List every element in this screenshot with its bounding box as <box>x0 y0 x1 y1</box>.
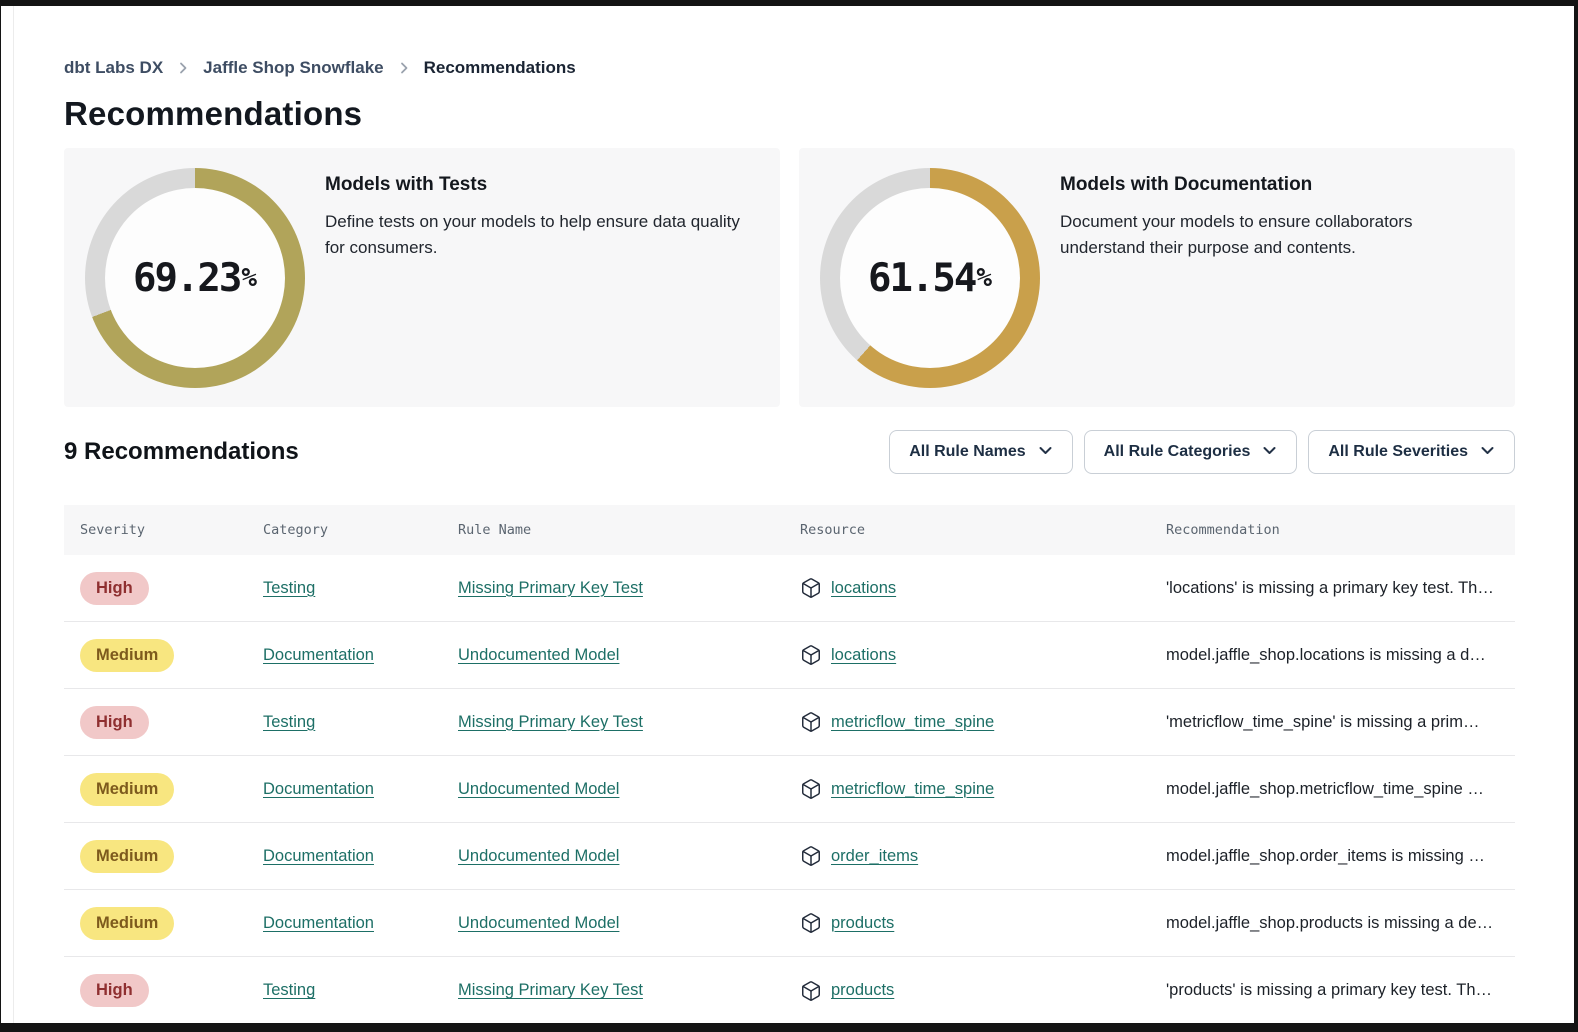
resource-link[interactable]: locations <box>831 579 896 598</box>
chevron-right-icon <box>398 62 410 74</box>
card-title: Models with Documentation <box>1060 174 1489 196</box>
tests-donut-chart: 69.23 % <box>85 168 305 388</box>
percent-sign: % <box>241 263 257 293</box>
column-header-resource: Resource <box>784 522 1150 538</box>
breadcrumb-current: Recommendations <box>424 58 576 78</box>
breadcrumb-project[interactable]: dbt Labs DX <box>64 58 163 78</box>
models-with-documentation-card: 61.54 % Models with Documentation Docume… <box>799 148 1515 407</box>
app-window: dbt Labs DX Jaffle Shop Snowflake Recomm… <box>0 0 1578 1032</box>
breadcrumb: dbt Labs DX Jaffle Shop Snowflake Recomm… <box>64 58 1515 78</box>
percent-value: 61.54 <box>868 256 975 301</box>
rule-name-link[interactable]: Undocumented Model <box>458 646 619 664</box>
rule-name-link[interactable]: Missing Primary Key Test <box>458 713 643 731</box>
models-with-tests-card: 69.23 % Models with Tests Define tests o… <box>64 148 780 407</box>
category-link[interactable]: Testing <box>263 713 315 731</box>
percent-sign: % <box>976 263 992 293</box>
model-cube-icon <box>800 644 822 666</box>
rule-name-link[interactable]: Missing Primary Key Test <box>458 981 643 999</box>
model-cube-icon <box>800 980 822 1002</box>
rule-name-link[interactable]: Undocumented Model <box>458 914 619 932</box>
table-row: Medium Documentation Undocumented Model … <box>64 823 1515 890</box>
model-cube-icon <box>800 845 822 867</box>
resource-link[interactable]: metricflow_time_spine <box>831 713 994 732</box>
documentation-percent-label: 61.54 % <box>820 168 1040 388</box>
table-row: High Testing Missing Primary Key Test pr… <box>64 957 1515 1023</box>
category-link[interactable]: Documentation <box>263 914 374 932</box>
severity-badge: Medium <box>80 840 174 873</box>
filter-label: All Rule Categories <box>1104 443 1251 461</box>
recommendation-text: 'locations' is missing a primary key tes… <box>1166 579 1494 597</box>
severity-badge: High <box>80 572 149 605</box>
category-link[interactable]: Documentation <box>263 646 374 664</box>
table-row: High Testing Missing Primary Key Test me… <box>64 689 1515 756</box>
column-header-recommendation: Recommendation <box>1150 522 1515 538</box>
table-header-row: Severity Category Rule Name Resource Rec… <box>64 505 1515 555</box>
recommendation-text: 'metricflow_time_spine' is missing a pri… <box>1166 713 1479 731</box>
chevron-down-icon <box>1480 442 1495 463</box>
table-row: Medium Documentation Undocumented Model … <box>64 890 1515 957</box>
recommendation-text: model.jaffle_shop.products is missing a … <box>1166 914 1493 932</box>
rule-names-filter-dropdown[interactable]: All Rule Names <box>889 430 1072 474</box>
metric-cards: 69.23 % Models with Tests Define tests o… <box>64 148 1515 407</box>
resource-link[interactable]: products <box>831 914 894 933</box>
recommendation-text: model.jaffle_shop.locations is missing a… <box>1166 646 1486 664</box>
table-row: Medium Documentation Undocumented Model … <box>64 756 1515 823</box>
model-cube-icon <box>800 577 822 599</box>
breadcrumb-environment[interactable]: Jaffle Shop Snowflake <box>203 58 383 78</box>
documentation-donut-chart: 61.54 % <box>820 168 1040 388</box>
recommendations-table: Severity Category Rule Name Resource Rec… <box>64 505 1515 1023</box>
resource-link[interactable]: products <box>831 981 894 1000</box>
chevron-down-icon <box>1262 442 1277 463</box>
resource-link[interactable]: metricflow_time_spine <box>831 780 994 799</box>
filter-label: All Rule Names <box>909 443 1025 461</box>
model-cube-icon <box>800 912 822 934</box>
column-header-severity: Severity <box>64 522 247 538</box>
recommendations-count: 9 Recommendations <box>64 438 299 466</box>
severity-badge: High <box>80 974 149 1007</box>
severity-badge: Medium <box>80 639 174 672</box>
recommendations-page: dbt Labs DX Jaffle Shop Snowflake Recomm… <box>1 6 1574 1023</box>
severity-badge: Medium <box>80 773 174 806</box>
chevron-down-icon <box>1038 442 1053 463</box>
table-row: High Testing Missing Primary Key Test lo… <box>64 555 1515 622</box>
recommendation-text: 'products' is missing a primary key test… <box>1166 981 1492 999</box>
card-title: Models with Tests <box>325 174 754 196</box>
category-link[interactable]: Documentation <box>263 780 374 798</box>
recommendation-text: model.jaffle_shop.metricflow_time_spine … <box>1166 780 1484 798</box>
resource-link[interactable]: order_items <box>831 847 918 866</box>
tests-percent-label: 69.23 % <box>85 168 305 388</box>
category-link[interactable]: Documentation <box>263 847 374 865</box>
column-header-rule-name: Rule Name <box>442 522 784 538</box>
card-description: Document your models to ensure collabora… <box>1060 209 1489 262</box>
table-row: Medium Documentation Undocumented Model … <box>64 622 1515 689</box>
list-toolbar: 9 Recommendations All Rule Names All Rul… <box>64 430 1515 474</box>
column-header-category: Category <box>247 522 442 538</box>
model-cube-icon <box>800 778 822 800</box>
percent-value: 69.23 <box>133 256 240 301</box>
category-link[interactable]: Testing <box>263 981 315 999</box>
rule-severities-filter-dropdown[interactable]: All Rule Severities <box>1308 430 1515 474</box>
filters: All Rule Names All Rule Categories All R… <box>889 430 1515 474</box>
rule-name-link[interactable]: Undocumented Model <box>458 780 619 798</box>
rule-categories-filter-dropdown[interactable]: All Rule Categories <box>1084 430 1298 474</box>
page-title: Recommendations <box>64 95 1515 133</box>
table-body: High Testing Missing Primary Key Test lo… <box>64 555 1515 1023</box>
severity-badge: Medium <box>80 907 174 940</box>
recommendation-text: model.jaffle_shop.order_items is missing… <box>1166 847 1485 865</box>
rule-name-link[interactable]: Undocumented Model <box>458 847 619 865</box>
model-cube-icon <box>800 711 822 733</box>
card-description: Define tests on your models to help ensu… <box>325 209 754 262</box>
resource-link[interactable]: locations <box>831 646 896 665</box>
rule-name-link[interactable]: Missing Primary Key Test <box>458 579 643 597</box>
category-link[interactable]: Testing <box>263 579 315 597</box>
filter-label: All Rule Severities <box>1328 443 1468 461</box>
severity-badge: High <box>80 706 149 739</box>
chevron-right-icon <box>177 62 189 74</box>
